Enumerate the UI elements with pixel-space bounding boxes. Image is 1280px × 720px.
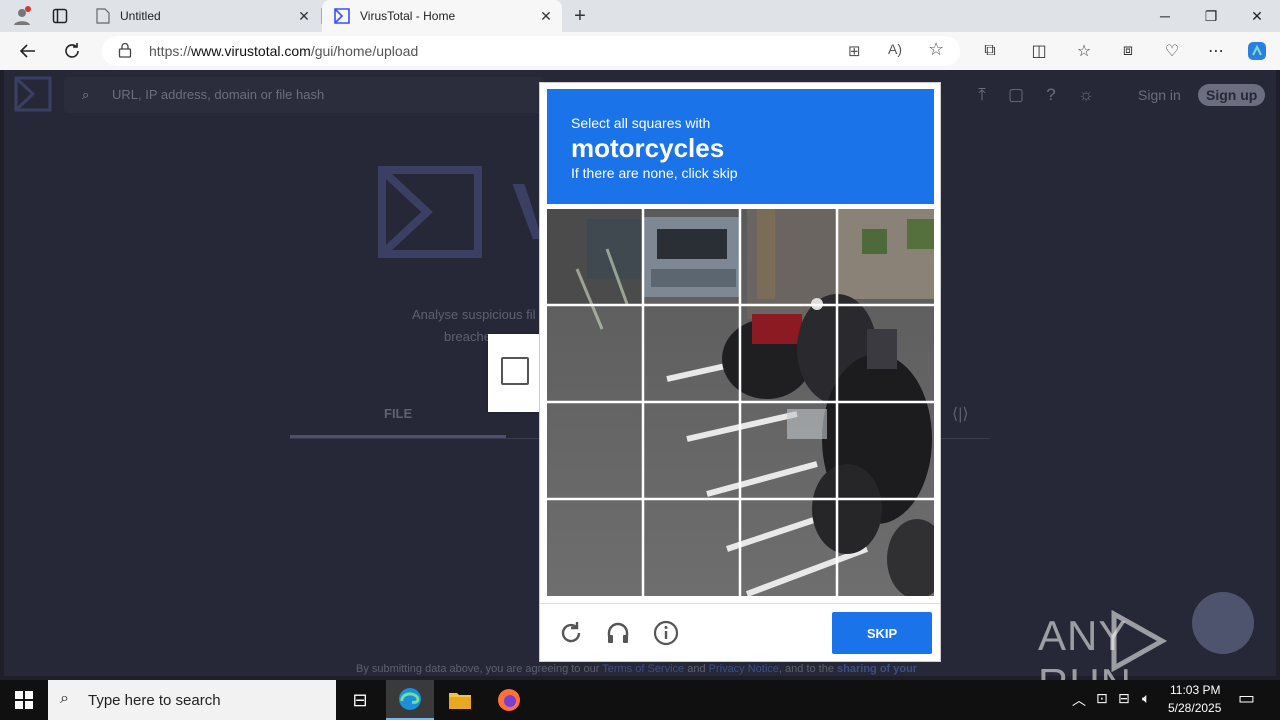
notifications-icon[interactable]: ▭: [1238, 688, 1255, 709]
copilot-icon[interactable]: [1245, 39, 1269, 63]
captcha-tile-7[interactable]: [741, 306, 836, 401]
help-icon[interactable]: ?: [1039, 83, 1063, 107]
tray-device-icon[interactable]: ⊡: [1096, 690, 1108, 707]
virustotal-favicon-icon: [334, 8, 350, 24]
read-aloud-icon[interactable]: A): [888, 41, 902, 57]
tab-actions-icon[interactable]: [48, 4, 72, 28]
tray-chevron-icon[interactable]: ︿: [1072, 690, 1086, 710]
sign-up-button[interactable]: Sign up: [1198, 84, 1266, 106]
captcha-instruction-line3: If there are none, click skip: [571, 165, 738, 181]
captcha-tile-14[interactable]: [644, 500, 739, 595]
captcha-tile-13[interactable]: [547, 500, 642, 595]
vt-footer-text: By submitting data above, you are agreei…: [356, 663, 918, 675]
vt-description-line1: Analyse suspicious fil: [412, 307, 536, 322]
recaptcha-challenge: Select all squares with motorcycles If t…: [539, 82, 941, 662]
captcha-tile-6[interactable]: [644, 306, 739, 401]
url-text: https://www.virustotal.com/gui/home/uplo…: [149, 43, 419, 59]
captcha-tile-5[interactable]: [547, 306, 642, 401]
favorites-icon[interactable]: ☆: [1072, 39, 1096, 63]
close-icon[interactable]: ✕: [538, 8, 554, 24]
captcha-tile-8[interactable]: [838, 306, 933, 401]
sign-in-link[interactable]: Sign in: [1138, 87, 1181, 103]
search-icon: ⌕: [60, 690, 69, 707]
terms-link[interactable]: Terms of Service: [602, 663, 684, 675]
file-explorer-icon[interactable]: [436, 680, 484, 720]
captcha-tile-4[interactable]: [838, 209, 933, 304]
tab-title: Untitled: [120, 9, 161, 23]
app-available-icon[interactable]: ⊞: [848, 42, 861, 60]
tab-virustotal[interactable]: VirusTotal - Home ✕: [322, 0, 562, 32]
clock-date[interactable]: 5/28/2025: [1168, 701, 1221, 715]
search-tab-icon[interactable]: ⟨|⟩: [952, 404, 969, 424]
network-icon[interactable]: ⊟: [1118, 690, 1130, 707]
theme-toggle-icon[interactable]: ☼: [1074, 83, 1098, 107]
edge-taskbar-icon[interactable]: [386, 680, 434, 720]
favorite-star-icon[interactable]: ☆: [928, 39, 944, 60]
captcha-tile-10[interactable]: [644, 403, 739, 498]
search-icon: ⌕: [82, 87, 90, 102]
captcha-instruction-line1: Select all squares with: [571, 115, 711, 131]
vt-search-placeholder: URL, IP address, domain or file hash: [112, 87, 325, 102]
more-menu-icon[interactable]: ⋯: [1204, 39, 1228, 63]
recaptcha-anchor: [488, 334, 540, 412]
captcha-tile-15[interactable]: [741, 500, 836, 595]
split-screen-icon[interactable]: ◫: [1027, 39, 1051, 63]
notifications-icon[interactable]: ▢: [1004, 83, 1028, 107]
recaptcha-checkbox[interactable]: [501, 357, 529, 385]
privacy-link[interactable]: Privacy Notice: [709, 663, 779, 675]
browser-essentials-icon[interactable]: ♡: [1160, 39, 1184, 63]
browser-toolbar: https://www.virustotal.com/gui/home/uplo…: [0, 32, 1280, 70]
firefox-icon[interactable]: [485, 680, 533, 720]
captcha-image-grid: [547, 209, 934, 596]
vt-description-line2: breache: [444, 329, 491, 344]
clock-time[interactable]: 11:03 PM: [1170, 683, 1220, 697]
collections-icon[interactable]: ⧈: [1116, 39, 1140, 63]
captcha-instructions: Select all squares with motorcycles If t…: [547, 89, 934, 204]
volume-icon[interactable]: 🔈︎: [1142, 690, 1150, 707]
captcha-target-word: motorcycles: [571, 133, 725, 163]
virustotal-big-logo-icon: [378, 166, 482, 258]
info-icon[interactable]: [652, 620, 680, 648]
close-window-icon[interactable]: ✕: [1234, 0, 1280, 32]
back-icon[interactable]: [16, 39, 40, 63]
refresh-icon[interactable]: [60, 39, 84, 63]
tab-file[interactable]: FILE: [384, 406, 412, 421]
virustotal-logo-icon[interactable]: [14, 76, 52, 112]
captcha-tile-11[interactable]: [741, 403, 836, 498]
windows-taskbar: ⌕ Type here to search ⊟ ︿ ⊡ ⊟ 🔈︎ 11:03 P…: [0, 680, 1280, 720]
lock-icon[interactable]: [118, 42, 132, 63]
taskbar-search-placeholder: Type here to search: [88, 692, 221, 709]
tab-untitled[interactable]: Untitled ✕: [84, 0, 322, 32]
windows-start-icon[interactable]: [0, 680, 48, 720]
reload-icon[interactable]: [557, 620, 585, 648]
audio-icon[interactable]: [604, 620, 632, 648]
extensions-icon[interactable]: ⧉: [978, 39, 1002, 63]
profile-icon[interactable]: [10, 4, 34, 28]
restore-icon[interactable]: ❐: [1188, 0, 1234, 32]
anyrun-play-logo-icon: [1111, 610, 1168, 672]
captcha-divider: [540, 603, 940, 604]
tab-title: VirusTotal - Home: [360, 9, 456, 23]
upload-icon[interactable]: ⤒: [970, 83, 994, 107]
captcha-tile-1[interactable]: [547, 209, 642, 304]
close-icon[interactable]: ✕: [296, 8, 312, 24]
minimize-icon[interactable]: ─: [1142, 0, 1188, 32]
address-bar[interactable]: https://www.virustotal.com/gui/home/uplo…: [102, 36, 960, 66]
captcha-tile-9[interactable]: [547, 403, 642, 498]
skip-button[interactable]: SKIP: [832, 612, 932, 654]
taskbar-search-input[interactable]: ⌕ Type here to search: [48, 680, 336, 720]
browser-tab-bar: Untitled ✕ VirusTotal - Home ✕ + ─ ❐ ✕: [0, 0, 1280, 32]
sharing-link[interactable]: sharing of your: [837, 663, 917, 675]
captcha-tile-2[interactable]: [644, 209, 739, 304]
vt-search-input[interactable]: ⌕ URL, IP address, domain or file hash: [64, 77, 544, 113]
captcha-tile-16[interactable]: [838, 500, 933, 595]
task-view-icon[interactable]: ⊟: [336, 680, 384, 720]
captcha-tile-12[interactable]: [838, 403, 933, 498]
new-tab-icon[interactable]: +: [568, 4, 592, 28]
captcha-tile-3[interactable]: [741, 209, 836, 304]
page-icon: [96, 8, 110, 24]
